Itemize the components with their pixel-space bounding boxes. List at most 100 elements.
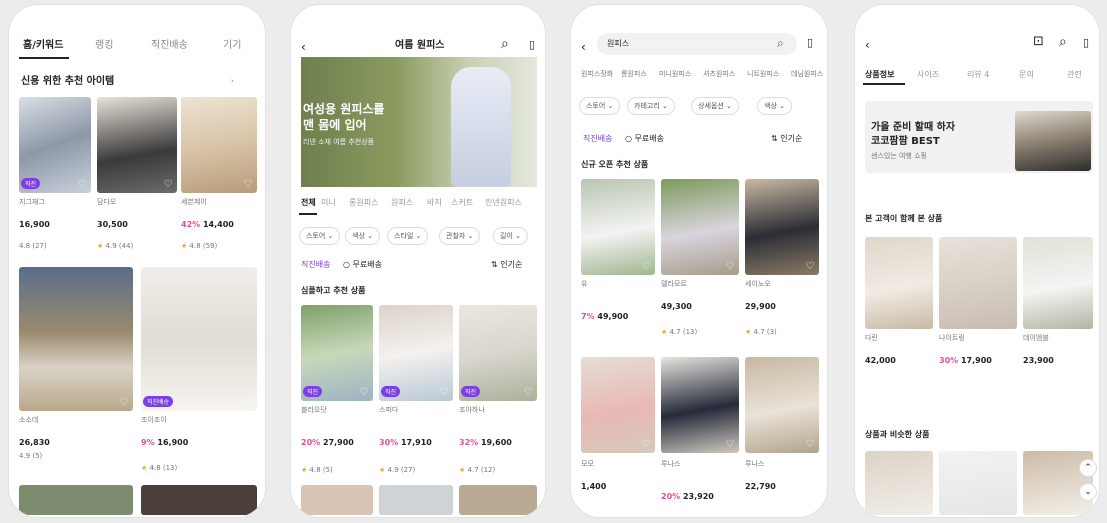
product-image[interactable]: [1023, 237, 1093, 329]
filter-store[interactable]: 스토어 ⌄: [579, 97, 621, 115]
cat-item[interactable]: 롱원피스: [349, 199, 378, 207]
product-image[interactable]: [865, 237, 933, 329]
cat-item[interactable]: 니트원피스: [747, 71, 779, 78]
more-link[interactable]: ›: [231, 78, 234, 85]
product-image[interactable]: ♡: [181, 97, 257, 193]
product-image[interactable]: [865, 451, 933, 515]
heart-icon[interactable]: ♡: [523, 388, 533, 398]
tab-qna[interactable]: 문의: [1019, 71, 1034, 79]
cat-item[interactable]: 린넨원피스: [485, 199, 522, 207]
cat-item[interactable]: 데님원피스: [791, 71, 823, 78]
banner-line-2: 맨 몸에 입어: [303, 118, 367, 132]
cat-item[interactable]: 롱원피스: [621, 71, 647, 78]
cat-item[interactable]: 미니: [321, 199, 336, 207]
tab-direct[interactable]: 직진배송: [151, 41, 188, 51]
product-image[interactable]: ♡: [661, 179, 739, 275]
cat-item[interactable]: 원피스장화: [581, 71, 613, 78]
product-image[interactable]: ♡: [97, 97, 177, 193]
heart-icon[interactable]: ♡: [439, 388, 449, 398]
direct-toggle[interactable]: 직진배송: [301, 261, 330, 269]
heart-icon[interactable]: ♡: [243, 180, 253, 190]
store-name: 유: [581, 280, 588, 288]
search-icon[interactable]: ⌕: [501, 37, 509, 51]
share-icon[interactable]: ⊡: [1033, 35, 1044, 48]
product-image[interactable]: ♡: [19, 267, 133, 411]
filter-style[interactable]: 스타일 ⌄: [387, 227, 429, 245]
product-image[interactable]: [301, 485, 373, 515]
scroll-top-icon[interactable]: ⌃: [1079, 459, 1097, 477]
filter-store[interactable]: 스토어 ⌄: [299, 227, 341, 245]
cart-icon[interactable]: ▯: [529, 39, 535, 50]
search-icon[interactable]: ⌕: [777, 37, 784, 49]
sort-dropdown[interactable]: ⇅ 인기순: [491, 261, 522, 269]
product-image[interactable]: 직진배송 ♡: [141, 267, 257, 411]
product-image[interactable]: ♡: [745, 179, 819, 275]
heart-icon[interactable]: ♡: [725, 262, 735, 272]
filter-detail[interactable]: 상세옵션 ⌄: [691, 97, 739, 115]
scroll-down-icon[interactable]: ⌄: [1079, 483, 1097, 501]
product-image[interactable]: 직진 ♡: [379, 305, 453, 401]
heart-icon[interactable]: ♡: [119, 398, 129, 408]
cat-all[interactable]: 전체: [301, 199, 316, 207]
tab-related[interactable]: 관련: [1067, 71, 1082, 79]
cat-item[interactable]: 미니원피스: [659, 71, 691, 78]
product-image[interactable]: [379, 485, 453, 515]
tab-more[interactable]: 기기: [223, 41, 241, 51]
heart-icon[interactable]: ♡: [163, 180, 173, 190]
tab-info[interactable]: 상품정보: [865, 71, 894, 79]
page-title: 여름 원피스: [395, 40, 445, 51]
product-image[interactable]: [141, 485, 257, 515]
product-image[interactable]: ♡: [745, 357, 819, 453]
back-icon[interactable]: ‹: [301, 41, 306, 53]
banner-dress-image: [451, 67, 511, 187]
heart-icon[interactable]: ♡: [641, 440, 651, 450]
tab-review[interactable]: 리뷰 4: [967, 71, 989, 79]
filter-color[interactable]: 색상 ⌄: [757, 97, 792, 115]
back-icon[interactable]: ‹: [581, 41, 586, 53]
filter-color[interactable]: 색상 ⌄: [345, 227, 380, 245]
price: 30,500: [97, 220, 128, 229]
filter-length[interactable]: 길이 ⌄: [493, 227, 528, 245]
phone-screen-home: 홈/키워드 랭킹 직진배송 기기 신용 위한 추천 아이템 › 직진 ♡ ♡ ♡…: [8, 4, 266, 518]
heart-icon[interactable]: ♡: [77, 180, 87, 190]
product-image[interactable]: 직진 ♡: [459, 305, 537, 401]
cat-item[interactable]: 스커트: [451, 199, 473, 207]
search-input[interactable]: 원피스 ⌕: [597, 33, 797, 55]
price: 7% 49,900: [581, 312, 629, 321]
price: 20% 27,900: [301, 438, 354, 447]
heart-icon[interactable]: ♡: [641, 262, 651, 272]
product-image[interactable]: ♡: [581, 357, 655, 453]
tab-ranking[interactable]: 랭킹: [95, 41, 113, 51]
cat-item[interactable]: 원피스: [391, 199, 413, 207]
tab-size[interactable]: 사이즈: [917, 71, 939, 79]
filter-category[interactable]: 카테고리 ⌄: [627, 97, 675, 115]
heart-icon[interactable]: ♡: [805, 262, 815, 272]
rating: ★ 4.8 (5): [301, 466, 333, 474]
heart-icon[interactable]: ♡: [359, 388, 369, 398]
cat-item[interactable]: 셔츠원피스: [703, 71, 735, 78]
product-image[interactable]: [459, 485, 537, 515]
product-image[interactable]: [939, 451, 1017, 515]
filter-watch[interactable]: 관찰자 ⌄: [439, 227, 481, 245]
product-image[interactable]: ♡: [581, 179, 655, 275]
search-icon[interactable]: ⌕: [1059, 35, 1067, 49]
product-image[interactable]: 직진 ♡: [19, 97, 91, 193]
product-image[interactable]: 직진 ♡: [301, 305, 373, 401]
product-image[interactable]: ♡: [661, 357, 739, 453]
product-image[interactable]: [939, 237, 1017, 329]
section-title: 상품과 비슷한 상품: [865, 430, 930, 439]
free-ship-checkbox[interactable]: ○ 무료배송: [343, 261, 382, 269]
sort-dropdown[interactable]: ⇅ 인기순: [771, 135, 802, 143]
tab-home[interactable]: 홈/키워드: [23, 41, 63, 51]
cart-icon[interactable]: ▯: [807, 37, 813, 48]
heart-icon[interactable]: ♡: [243, 398, 253, 408]
back-icon[interactable]: ‹: [865, 39, 870, 51]
product-image[interactable]: [19, 485, 133, 515]
heart-icon[interactable]: ♡: [805, 440, 815, 450]
heart-icon[interactable]: ♡: [725, 440, 735, 450]
direct-badge: 직진: [21, 178, 41, 189]
cat-item[interactable]: 바지: [427, 199, 442, 207]
direct-toggle[interactable]: 직진배송: [583, 135, 612, 143]
cart-icon[interactable]: ▯: [1083, 37, 1089, 48]
free-ship-checkbox[interactable]: ○ 무료배송: [625, 135, 664, 143]
